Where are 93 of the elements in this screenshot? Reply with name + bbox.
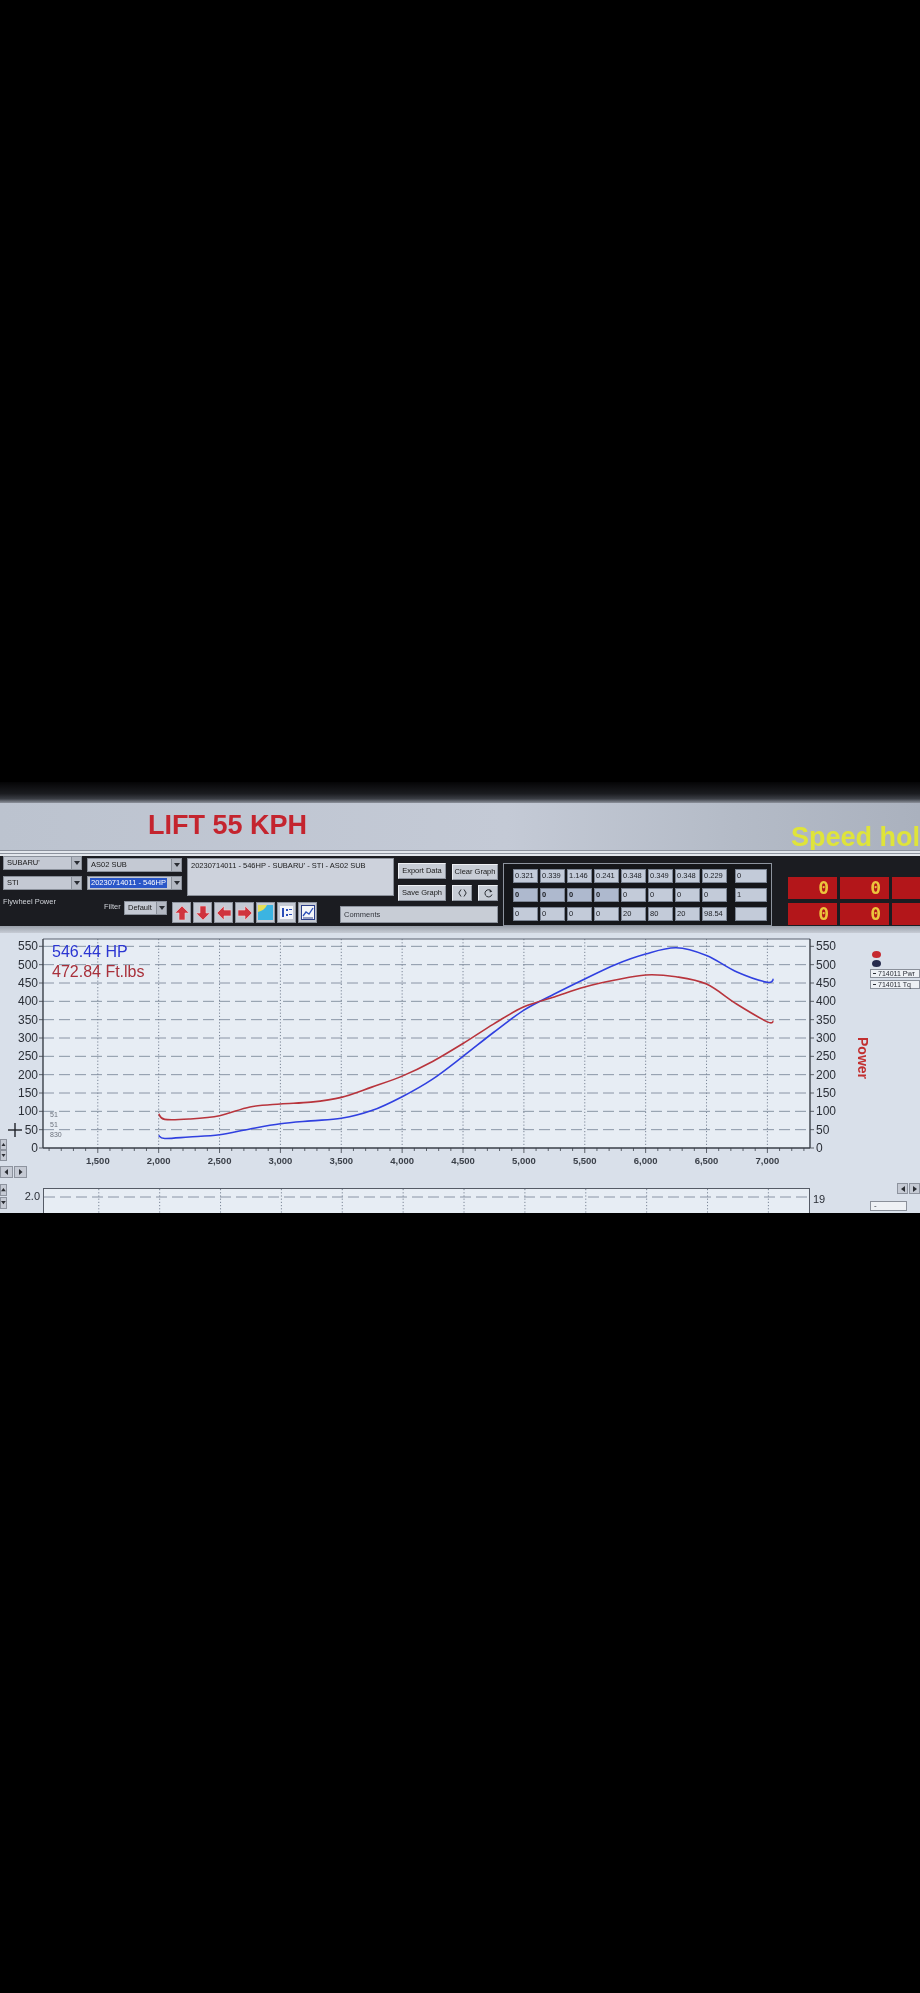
arrow-up-button[interactable] xyxy=(172,902,191,923)
y-tick-label: 350 xyxy=(816,1012,837,1027)
status-text: Speed hol xyxy=(791,824,920,851)
x-tick-label: 3,000 xyxy=(268,1155,293,1166)
led-display: 0 xyxy=(788,877,837,899)
y-tick-label: 450 xyxy=(17,976,38,990)
chevrons-button[interactable] xyxy=(452,885,472,901)
swatch-button[interactable] xyxy=(256,902,275,923)
y-tick-label: 200 xyxy=(17,1067,38,1082)
window-title: LIFT 55 KPH xyxy=(148,812,308,839)
scroll-down-button[interactable] xyxy=(0,1150,7,1161)
scroll-right-button[interactable] xyxy=(909,1183,920,1194)
y-tick-label: 19 xyxy=(813,1194,826,1205)
caret-down-icon xyxy=(1,1154,6,1157)
list-icon xyxy=(280,906,293,919)
small-field[interactable]: - xyxy=(870,1201,907,1211)
y-tick-label: 500 xyxy=(17,957,38,972)
y-tick-label: 2.0 xyxy=(24,1191,40,1202)
x-tick-label: 1,500 xyxy=(85,1155,110,1166)
led-display: 0 xyxy=(840,903,889,925)
y-tick-label: 0 xyxy=(31,1141,38,1155)
y-tick-label: 150 xyxy=(17,1086,38,1100)
caret-left-icon xyxy=(4,1169,8,1175)
x-tick-label: 3,500 xyxy=(329,1155,354,1166)
caret-down-icon xyxy=(73,881,80,885)
y-tick-label: 550 xyxy=(17,939,38,954)
y-tick-label: 450 xyxy=(816,976,837,990)
y-tick-label: 350 xyxy=(17,1012,38,1027)
caret-right-icon xyxy=(912,1185,917,1192)
y-tick-label: 200 xyxy=(816,1067,837,1082)
readout-text: 472.84 Ft.lbs xyxy=(52,963,145,980)
x-tick-label: 2,500 xyxy=(207,1155,232,1166)
list-button[interactable] xyxy=(277,902,296,923)
refresh-icon xyxy=(483,888,493,898)
caret-down-icon xyxy=(173,863,180,867)
reading-field xyxy=(735,907,767,921)
chevrons-icon xyxy=(457,889,467,897)
y-tick-label: 550 xyxy=(816,939,837,954)
led-display: 0 xyxy=(840,877,889,899)
y-tick-label: 50 xyxy=(816,1122,830,1137)
arrow-down-icon xyxy=(195,905,210,920)
arrow-down-button[interactable] xyxy=(193,902,212,923)
arrow-left-button[interactable] xyxy=(214,902,233,923)
x-tick-label: 4,500 xyxy=(451,1155,475,1166)
x-tick-label: 6,500 xyxy=(694,1155,719,1166)
y-tick-label: 400 xyxy=(816,994,837,1009)
caret-down-icon xyxy=(73,861,80,865)
y-tick-label: 0 xyxy=(816,1141,823,1155)
y-tick-label: 500 xyxy=(816,957,837,972)
scroll-right-button[interactable] xyxy=(14,1166,27,1178)
y-tick-label: 50 xyxy=(24,1122,38,1137)
caret-left-icon xyxy=(900,1185,905,1192)
chart-button[interactable] xyxy=(298,902,317,923)
y-tick-label: 300 xyxy=(816,1031,837,1045)
arrow-up-icon xyxy=(174,905,189,920)
caret-up-icon xyxy=(1,1188,6,1192)
led-display: 0 xyxy=(788,903,837,925)
caret-down-icon xyxy=(1,1201,6,1205)
line-sample-icon xyxy=(873,984,876,985)
caret-down-icon xyxy=(158,906,165,910)
y-tick-label: 100 xyxy=(17,1104,38,1119)
axis-title: Power xyxy=(856,1037,870,1079)
y-tick-label: 300 xyxy=(17,1031,38,1045)
readout-text: 546.44 HP xyxy=(52,943,128,960)
arrow-left-icon xyxy=(216,905,231,920)
crosshair-icon xyxy=(7,1122,23,1138)
y-tick-label: 400 xyxy=(17,994,38,1009)
x-tick-label: 7,000 xyxy=(755,1155,780,1166)
refresh-button[interactable] xyxy=(478,885,498,901)
scroll-up-button[interactable] xyxy=(0,1184,7,1196)
x-tick-label: 5,000 xyxy=(512,1155,536,1166)
scroll-down-button[interactable] xyxy=(0,1197,7,1209)
line-sample-icon xyxy=(873,973,876,974)
led-display xyxy=(892,877,920,899)
y-tick-label: 250 xyxy=(17,1049,38,1064)
x-tick-label: 6,000 xyxy=(633,1155,658,1166)
scroll-left-button[interactable] xyxy=(897,1183,908,1194)
caret-up-icon xyxy=(1,1143,6,1146)
swatch-icon xyxy=(258,905,273,920)
x-tick-label: 2,000 xyxy=(146,1155,171,1166)
caret-down-icon xyxy=(173,881,180,885)
arrow-right-icon xyxy=(237,905,252,920)
scroll-left-button[interactable] xyxy=(0,1166,13,1178)
arrow-right-button[interactable] xyxy=(235,902,254,923)
scroll-up-button[interactable] xyxy=(0,1139,7,1150)
y-tick-label: 150 xyxy=(816,1086,837,1100)
y-tick-label: 250 xyxy=(816,1049,837,1064)
led-display xyxy=(892,903,920,925)
x-tick-label: 4,000 xyxy=(390,1155,415,1166)
document-chart-icon xyxy=(300,905,315,920)
y-tick-label: 100 xyxy=(816,1104,837,1119)
x-tick-label: 5,500 xyxy=(572,1155,597,1166)
caret-right-icon xyxy=(19,1169,23,1175)
